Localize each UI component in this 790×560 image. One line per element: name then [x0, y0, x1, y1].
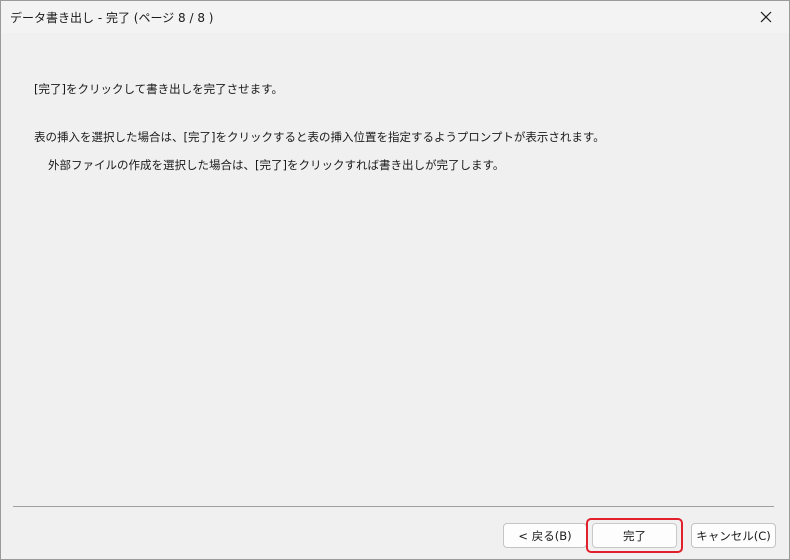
instruction-text-insert-table: 表の挿入を選択した場合は、[完了]をクリックすると表の挿入位置を指定するようプロ…	[34, 130, 605, 144]
footer-separator	[13, 506, 774, 507]
dialog-content: [完了]をクリックして書き出しを完了させます。 表の挿入を選択した場合は、[完了…	[1, 33, 789, 559]
close-icon	[760, 11, 772, 23]
cancel-button[interactable]: キャンセル(C)	[691, 523, 776, 548]
instruction-text-finish: [完了]をクリックして書き出しを完了させます。	[34, 82, 283, 96]
close-button[interactable]	[743, 1, 789, 33]
export-dialog: データ書き出し - 完了 (ページ 8 / 8 ) [完了]をクリックして書き出…	[0, 0, 790, 560]
title-bar: データ書き出し - 完了 (ページ 8 / 8 )	[1, 1, 789, 33]
finish-button[interactable]: 完了	[592, 523, 677, 548]
window-title: データ書き出し - 完了 (ページ 8 / 8 )	[10, 11, 214, 25]
back-button[interactable]: < 戻る(B)	[503, 523, 587, 548]
instruction-text-external-file: 外部ファイルの作成を選択した場合は、[完了]をクリックすれば書き出しが完了します…	[48, 158, 505, 172]
